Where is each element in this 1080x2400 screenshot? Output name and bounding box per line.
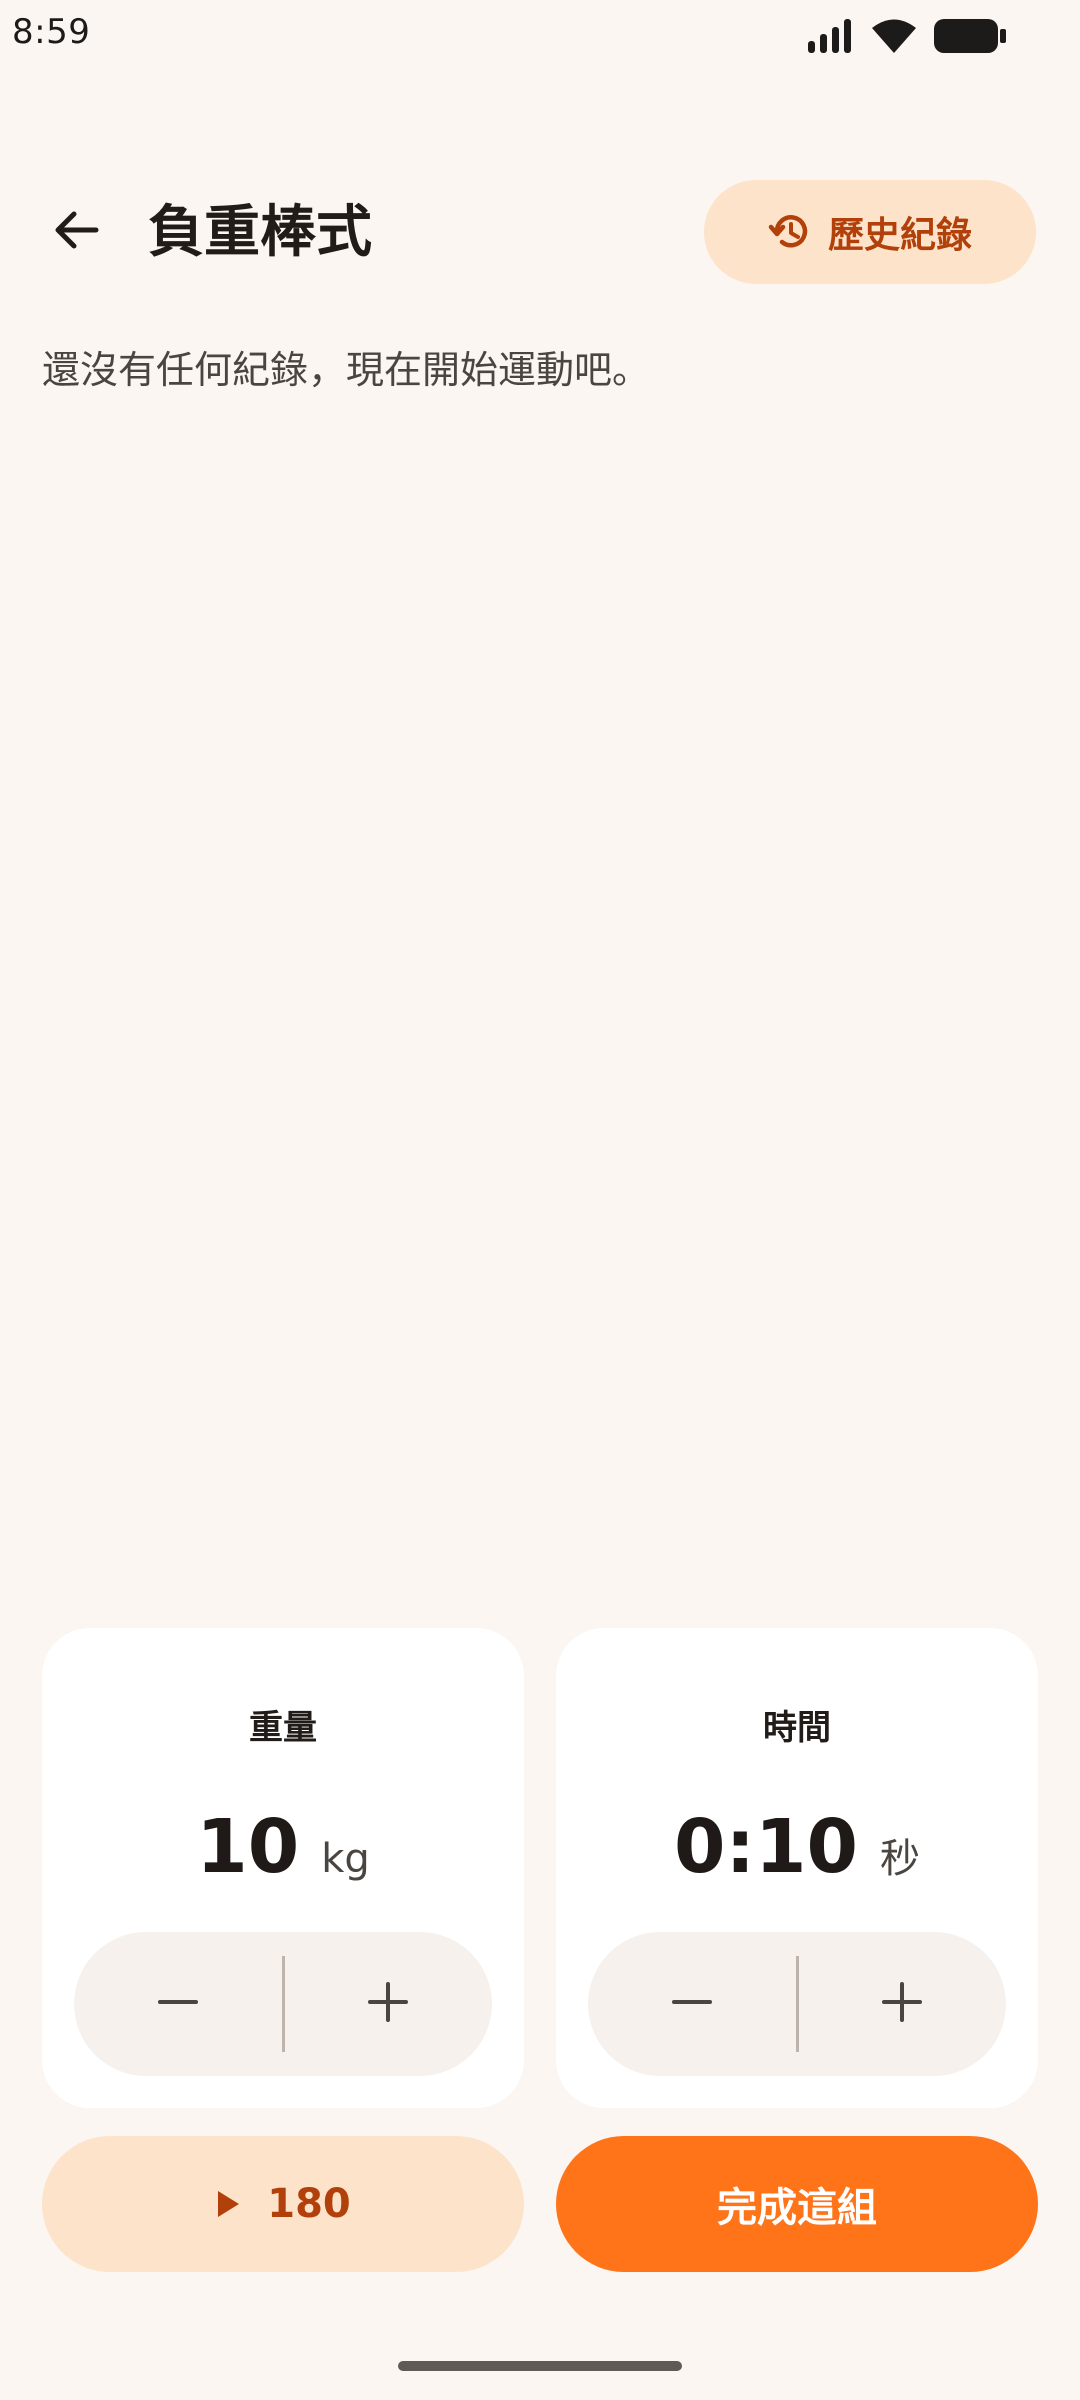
weight-stepper xyxy=(74,1932,492,2076)
time-label: 時間 xyxy=(763,1708,831,1748)
status-bar: 8:59 xyxy=(0,0,1080,70)
weight-value: 10 xyxy=(196,1804,300,1890)
status-icons xyxy=(808,16,1006,56)
home-indicator[interactable] xyxy=(398,2361,682,2371)
wifi-icon xyxy=(872,19,916,53)
play-icon xyxy=(215,2189,241,2219)
minus-icon xyxy=(157,1982,198,2026)
weight-increment-button[interactable] xyxy=(285,1932,493,2076)
time-card: 時間 0:10 秒 xyxy=(556,1628,1038,2108)
plus-icon xyxy=(368,1982,409,2026)
rest-timer-button[interactable]: 180 xyxy=(42,2136,524,2272)
empty-state-message: 還沒有任何紀錄，現在開始運動吧。 xyxy=(42,348,651,392)
time-decrement-button[interactable] xyxy=(588,1932,796,2076)
time-stepper xyxy=(588,1932,1006,2076)
history-button-label: 歷史紀錄 xyxy=(827,215,972,256)
weight-label: 重量 xyxy=(249,1708,317,1748)
time-value-row: 0:10 秒 xyxy=(556,1802,1038,1892)
back-button[interactable] xyxy=(40,196,112,268)
minus-icon xyxy=(671,1982,712,2026)
battery-icon xyxy=(934,19,1006,53)
status-time: 8:59 xyxy=(12,12,91,52)
history-icon xyxy=(768,210,812,254)
weight-decrement-button[interactable] xyxy=(74,1932,282,2076)
cellular-signal-icon xyxy=(808,19,854,53)
complete-set-label: 完成這組 xyxy=(717,2185,877,2231)
weight-unit: kg xyxy=(321,1836,370,1882)
time-value: 0:10 xyxy=(673,1804,859,1890)
time-increment-button[interactable] xyxy=(799,1932,1007,2076)
rest-timer-label: 180 xyxy=(267,2181,351,2227)
plus-icon xyxy=(882,1982,923,2026)
complete-set-button[interactable]: 完成這組 xyxy=(556,2136,1038,2272)
weight-card: 重量 10 kg xyxy=(42,1628,524,2108)
arrow-left-icon xyxy=(52,206,100,258)
time-unit: 秒 xyxy=(880,1836,921,1882)
history-button[interactable]: 歷史紀錄 xyxy=(704,180,1036,284)
page-title: 負重棒式 xyxy=(148,200,372,265)
weight-value-row: 10 kg xyxy=(42,1802,524,1892)
